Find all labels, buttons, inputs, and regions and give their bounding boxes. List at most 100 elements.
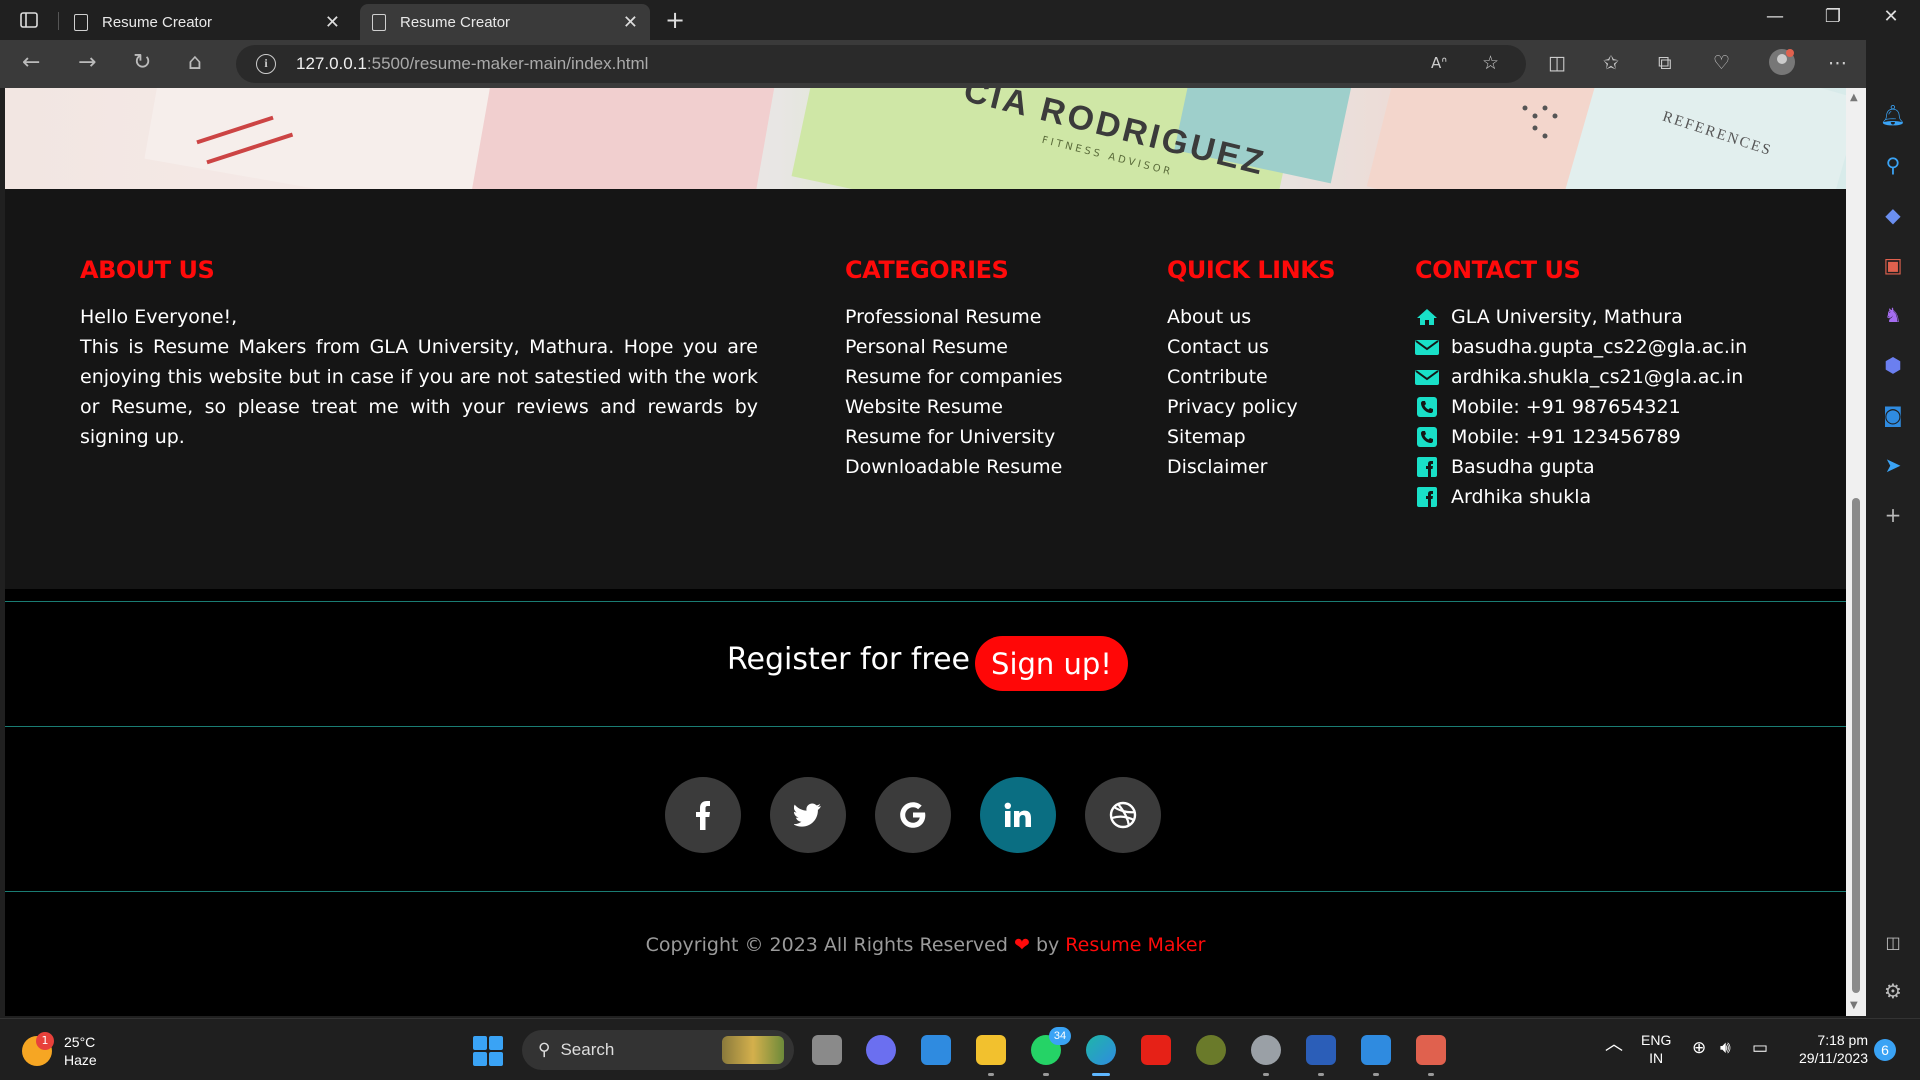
split-screen-icon[interactable]: ◫ <box>1548 52 1566 74</box>
scroll-down-icon[interactable]: ▼ <box>1850 1000 1858 1011</box>
hide-sidebar-icon[interactable]: ◫ <box>1880 930 1906 956</box>
games-icon[interactable]: ♞ <box>1880 302 1906 328</box>
contact-facebook-link[interactable]: Ardhika shukla <box>1451 482 1591 512</box>
contact-item: Basudha gupta <box>1415 452 1747 482</box>
category-link[interactable]: Resume for companies <box>845 362 1063 392</box>
contact-email-link[interactable]: basudha.gupta_cs22@gla.ac.in <box>1451 332 1747 362</box>
weather-widget[interactable]: 1 25°C Haze <box>22 1032 97 1069</box>
maximize-icon[interactable]: ❐ <box>1808 6 1858 27</box>
category-link[interactable]: Website Resume <box>845 392 1063 422</box>
outlook-icon[interactable]: ◙ <box>1880 402 1906 428</box>
language-indicator[interactable]: ENG IN <box>1641 1031 1671 1067</box>
read-aloud-icon[interactable]: Aᐢ <box>1431 54 1447 72</box>
collections-icon[interactable]: ⧉ <box>1658 52 1672 74</box>
dribbble-icon[interactable] <box>1085 777 1161 853</box>
browser-tab-bar: Resume Creator ✕ Resume Creator ✕ + — ❐ … <box>0 0 1920 40</box>
contact-email-link[interactable]: ardhika.shukla_cs21@gla.ac.in <box>1451 362 1743 392</box>
tab-actions-icon[interactable] <box>14 8 44 32</box>
page-scrollbar[interactable]: ▲ ▼ <box>1846 88 1866 1016</box>
battery-icon[interactable]: ▭ <box>1752 1039 1768 1057</box>
windows-start-icon[interactable] <box>473 1036 503 1066</box>
address-bar[interactable]: i 127.0.0.1:5500/resume-maker-main/index… <box>236 45 1526 83</box>
category-link[interactable]: Downloadable Resume <box>845 452 1063 482</box>
quick-link[interactable]: Contribute <box>1167 362 1298 392</box>
google-icon[interactable] <box>875 777 951 853</box>
category-link[interactable]: Professional Resume <box>845 302 1063 332</box>
vscode-icon[interactable] <box>1361 1035 1391 1065</box>
taskbar-search[interactable]: ⚲ Search <box>522 1030 794 1070</box>
forward-icon[interactable]: → <box>78 50 96 75</box>
linkedin-icon[interactable] <box>980 777 1056 853</box>
clock[interactable]: 7:18 pm 29/11/2023 <box>1792 1031 1868 1067</box>
whatsapp-icon[interactable]: 34 <box>1031 1027 1071 1065</box>
hero-banner-image: CIA RODRIGUEZ FITNESS ADVISOR REFERENCES <box>5 88 1846 189</box>
browser-tab-2[interactable]: Resume Creator ✕ <box>360 4 650 40</box>
pdf-reader-icon[interactable] <box>1416 1035 1446 1065</box>
contact-facebook-link[interactable]: Basudha gupta <box>1451 452 1595 482</box>
brand-link[interactable]: Resume Maker <box>1065 934 1205 956</box>
close-window-icon[interactable]: ✕ <box>1866 6 1916 27</box>
show-hidden-icons[interactable]: ︿ <box>1605 1035 1623 1053</box>
browser-essentials-icon[interactable]: ♡ <box>1713 52 1730 74</box>
notification-badge[interactable]: 6 <box>1874 1039 1896 1061</box>
send-icon[interactable]: ➤ <box>1880 452 1906 478</box>
site-info-icon[interactable]: i <box>256 54 276 74</box>
task-view-icon[interactable] <box>812 1035 842 1065</box>
edge-browser-icon[interactable] <box>1086 1035 1116 1065</box>
file-explorer-icon[interactable] <box>976 1035 1006 1065</box>
profile-avatar-icon[interactable] <box>1768 48 1796 81</box>
add-icon[interactable]: + <box>1880 502 1906 528</box>
mail-icon[interactable] <box>921 1035 951 1065</box>
game-app-icon[interactable] <box>1196 1035 1226 1065</box>
category-link[interactable]: Personal Resume <box>845 332 1063 362</box>
back-icon[interactable]: ← <box>22 50 40 75</box>
quick-link[interactable]: Privacy policy <box>1167 392 1298 422</box>
scroll-up-icon[interactable]: ▲ <box>1850 92 1858 103</box>
tab-title: Resume Creator <box>400 13 511 31</box>
about-body: This is Resume Makers from GLA Universit… <box>80 336 758 448</box>
network-icon[interactable]: ⊕ <box>1692 1039 1706 1057</box>
tools-icon[interactable]: ▣ <box>1880 252 1906 278</box>
search-icon[interactable]: ⚲ <box>1880 152 1906 178</box>
close-tab-icon[interactable]: ✕ <box>325 12 340 33</box>
teams-chat-icon[interactable] <box>866 1035 896 1065</box>
whatsapp-badge: 34 <box>1049 1027 1071 1045</box>
settings-gear-icon[interactable]: ⚙ <box>1880 978 1906 1004</box>
shopping-tag-icon[interactable]: ◆ <box>1880 202 1906 228</box>
refresh-icon[interactable]: ↻ <box>133 50 151 75</box>
envelope-icon <box>1415 367 1439 387</box>
quick-link[interactable]: About us <box>1167 302 1298 332</box>
category-link[interactable]: Resume for University <box>845 422 1063 452</box>
more-menu-icon[interactable]: ⋯ <box>1828 52 1847 74</box>
scrollbar-thumb[interactable] <box>1852 498 1860 993</box>
microsoft-365-icon[interactable]: ⬢ <box>1880 352 1906 378</box>
contact-item: ardhika.shukla_cs21@gla.ac.in <box>1415 362 1747 392</box>
word-icon[interactable] <box>1306 1035 1336 1065</box>
contact-item: Ardhika shukla <box>1415 482 1747 512</box>
favorite-star-icon[interactable]: ☆ <box>1482 52 1499 74</box>
quick-link[interactable]: Sitemap <box>1167 422 1298 452</box>
notification-bell-icon[interactable]: 🔔︎ <box>1880 102 1906 128</box>
page-viewport: CIA RODRIGUEZ FITNESS ADVISOR REFERENCES… <box>5 88 1846 1016</box>
volume-icon[interactable]: 🔊︎ <box>1720 1039 1731 1057</box>
settings-icon[interactable] <box>1251 1035 1281 1065</box>
quick-link[interactable]: Disclaimer <box>1167 452 1298 482</box>
minimize-icon[interactable]: — <box>1750 6 1800 27</box>
home-icon[interactable]: ⌂ <box>188 50 202 75</box>
close-tab-icon[interactable]: ✕ <box>623 12 638 33</box>
youtube-icon[interactable] <box>1141 1035 1171 1065</box>
quick-link[interactable]: Contact us <box>1167 332 1298 362</box>
url-text: 127.0.0.1:5500/resume-maker-main/index.h… <box>296 54 648 74</box>
browser-tab-1[interactable]: Resume Creator ✕ <box>62 4 352 40</box>
new-tab-icon[interactable]: + <box>665 6 685 34</box>
copyright-prefix: Copyright © 2023 All Rights Reserved <box>645 934 1008 956</box>
favorites-icon[interactable]: ✩ <box>1603 52 1619 74</box>
facebook-icon[interactable] <box>665 777 741 853</box>
clock-time: 7:18 pm <box>1817 1032 1868 1048</box>
contact-phone: Mobile: +91 987654321 <box>1451 396 1681 418</box>
sign-up-button[interactable]: Sign up! <box>975 636 1128 691</box>
about-us-title: ABOUT US <box>80 256 215 284</box>
contact-item: Mobile: +91 123456789 <box>1415 422 1747 452</box>
divider <box>5 601 1846 602</box>
twitter-icon[interactable] <box>770 777 846 853</box>
